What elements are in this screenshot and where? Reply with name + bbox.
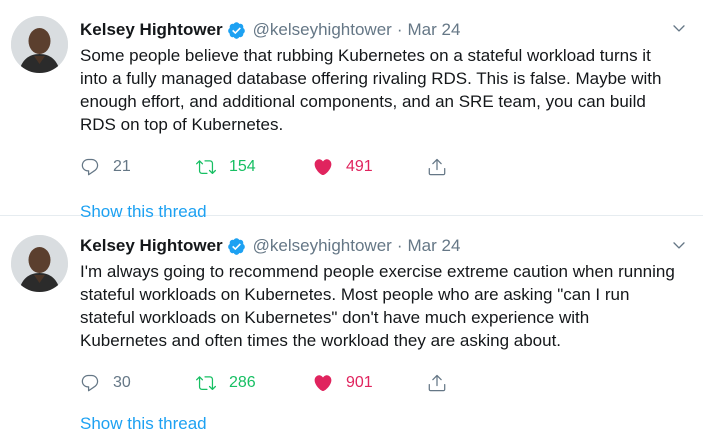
like-button[interactable]: 491 bbox=[313, 156, 373, 178]
share-icon bbox=[428, 374, 446, 392]
reply-count: 30 bbox=[113, 374, 131, 391]
chevron-down-icon[interactable] bbox=[671, 237, 687, 253]
retweet-button[interactable]: 154 bbox=[196, 156, 256, 178]
reply-icon bbox=[81, 158, 99, 176]
chevron-down-icon[interactable] bbox=[671, 20, 687, 36]
timeline: Kelsey Hightower @kelseyhightower · Mar … bbox=[0, 0, 703, 439]
reply-count: 21 bbox=[113, 158, 131, 175]
heart-icon bbox=[314, 375, 332, 392]
tweet-date[interactable]: Mar 24 bbox=[407, 236, 460, 256]
author-name[interactable]: Kelsey Hightower bbox=[80, 20, 223, 40]
retweet-icon bbox=[196, 376, 216, 391]
heart-icon bbox=[314, 159, 332, 176]
tweet-header: Kelsey Hightower @kelseyhightower · Mar … bbox=[80, 234, 680, 258]
show-thread-link[interactable]: Show this thread bbox=[80, 414, 207, 434]
tweet-text: Some people believe that rubbing Kuberne… bbox=[80, 46, 662, 134]
like-count: 491 bbox=[346, 158, 373, 175]
retweet-button[interactable]: 286 bbox=[196, 372, 256, 394]
separator: · bbox=[396, 20, 403, 39]
avatar[interactable] bbox=[11, 235, 68, 292]
tweet-content: Kelsey Hightower @kelseyhightower · Mar … bbox=[80, 234, 680, 434]
like-button[interactable]: 901 bbox=[313, 372, 373, 394]
author-name[interactable]: Kelsey Hightower bbox=[80, 236, 223, 256]
author-handle[interactable]: @kelseyhightower bbox=[253, 20, 392, 40]
avatar-image bbox=[11, 235, 68, 292]
tweet-actions: 30 286 901 bbox=[80, 372, 680, 394]
tweet-date[interactable]: Mar 24 bbox=[407, 20, 460, 40]
reply-icon bbox=[81, 374, 99, 392]
share-button[interactable] bbox=[427, 372, 447, 394]
separator: · bbox=[396, 236, 403, 255]
like-count: 901 bbox=[346, 374, 373, 391]
share-button[interactable] bbox=[427, 156, 447, 178]
tweet[interactable]: Kelsey Hightower @kelseyhightower · Mar … bbox=[0, 0, 703, 221]
share-icon bbox=[428, 158, 446, 176]
tweet-header: Kelsey Hightower @kelseyhightower · Mar … bbox=[80, 18, 680, 42]
tweet[interactable]: Kelsey Hightower @kelseyhightower · Mar … bbox=[0, 216, 703, 439]
verified-badge-icon bbox=[227, 21, 246, 40]
reply-button[interactable]: 21 bbox=[80, 156, 131, 178]
tweet-text: I'm always going to recommend people exe… bbox=[80, 262, 675, 350]
tweet-actions: 21 154 491 bbox=[80, 156, 680, 178]
tweet-content: Kelsey Hightower @kelseyhightower · Mar … bbox=[80, 18, 680, 222]
author-handle[interactable]: @kelseyhightower bbox=[253, 236, 392, 256]
retweet-icon bbox=[196, 160, 216, 175]
verified-badge-icon bbox=[227, 237, 246, 256]
avatar-image bbox=[11, 16, 68, 73]
retweet-count: 154 bbox=[229, 158, 256, 175]
reply-button[interactable]: 30 bbox=[80, 372, 131, 394]
retweet-count: 286 bbox=[229, 374, 256, 391]
avatar[interactable] bbox=[11, 16, 68, 73]
